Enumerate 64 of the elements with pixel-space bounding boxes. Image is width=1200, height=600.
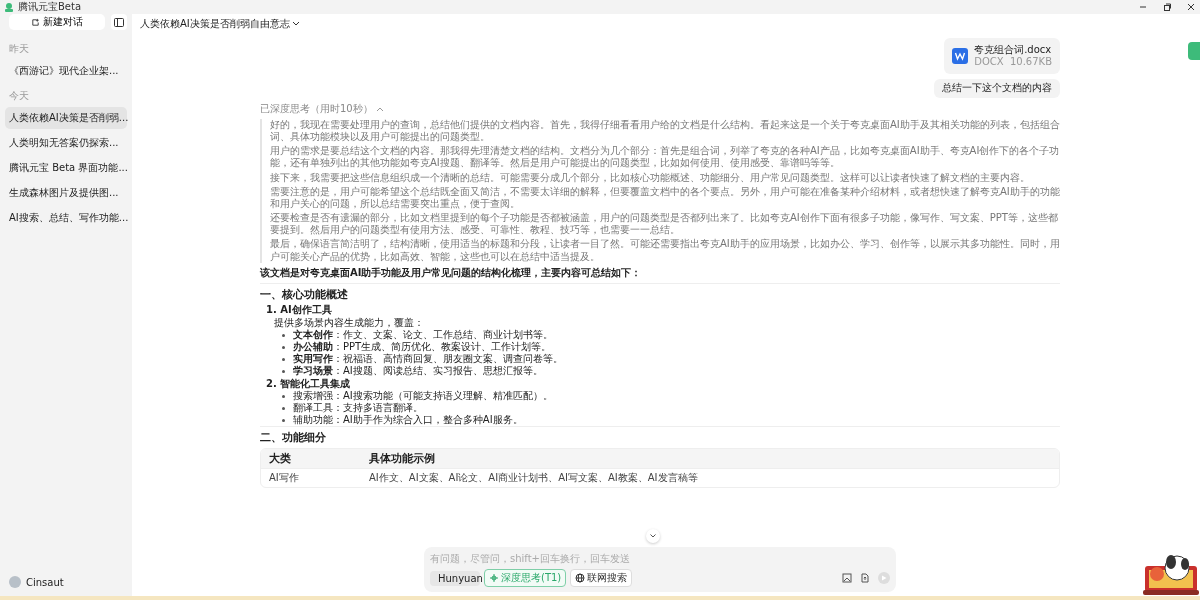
thinking-paragraph: 最后，确保语言简洁明了，结构清晰，使用适当的标题和分段，让读者一目了然。可能还需要指出夸克AI助手的应用场景，比如办公、学习、创作等，以展示其多功能性。同时，用户可能关心产品的优势，比如高效、智能，这些也可以在总结中适当提及。	[270, 238, 1060, 263]
bullet-text: 办公辅助：PPT生成、简历优化、教案设计、工作计划等。	[293, 340, 552, 353]
bullet-icon	[282, 394, 285, 398]
message-input[interactable]: 有问题，尽管问，shift+回车换行，回车发送	[430, 553, 890, 564]
file-attachment-card[interactable]: 夸克组合词.docx DOCX 10.67KB	[944, 38, 1060, 75]
answer-intro: 该文档是对夸克桌面AI助手功能及用户常见问题的结构化梳理，主要内容可总结如下：	[260, 266, 643, 279]
restore-icon[interactable]	[1162, 2, 1172, 12]
table-cell: AI作文、AI文案、AI论文、AI商业计划书、AI写文案、AI教案、AI发言稿等	[361, 468, 1059, 488]
word-document-icon	[952, 48, 969, 65]
chat-history-item[interactable]: 人类依赖AI决策是否削弱...	[5, 107, 127, 129]
sidebar-toggle-button[interactable]	[111, 14, 127, 30]
section-heading: 一、核心功能概述	[260, 288, 349, 302]
bullet-text: 翻译工具：支持多语言翻译。	[293, 401, 423, 414]
chat-history-item[interactable]: 腾讯元宝 Beta 界面功能...	[5, 157, 127, 179]
new-chat-button[interactable]: 新建对话	[9, 14, 105, 30]
file-upload-icon[interactable]	[860, 573, 870, 583]
list-description: 提供多场景内容生成能力，覆盖：	[274, 316, 425, 329]
table-header: 具体功能示例	[361, 448, 1059, 469]
image-icon[interactable]	[842, 573, 852, 583]
user-message: 总结一下这个文档的内容	[934, 79, 1060, 98]
globe-icon	[575, 573, 586, 583]
chat-history-item[interactable]: AI搜索、总结、写作功能...	[5, 207, 127, 229]
bullet-icon	[282, 358, 285, 362]
send-icon	[881, 575, 887, 581]
bullet-text: 辅助功能：AI助手作为综合入口，整合多种AI服务。	[293, 414, 523, 427]
file-name: 夸克组合词.docx	[974, 44, 1052, 57]
list-heading: 1. AI创作工具	[266, 304, 333, 317]
bullet-text: 搜索增强：AI搜索功能（可能支持语义理解、精准匹配）。	[293, 389, 553, 402]
thinking-toggle[interactable]: 已深度思考（用时10秒）	[260, 102, 1060, 115]
chat-history-item[interactable]: 《西游记》现代企业架...	[5, 60, 127, 82]
bullet-icon	[282, 406, 285, 410]
thinking-paragraph: 好的，我现在需要处理用户的查询，总结他们提供的文档内容。首先，我得仔细看看用户给的文档是什么结构。看起来这是一个关于夸克桌面AI助手及其相关功能的列表，包括组合词、具体功能模块以及用户可能提出的问题类型。	[270, 118, 1060, 144]
section-heading: 二、功能细分	[260, 431, 327, 445]
file-size: 10.67KB	[1009, 56, 1052, 68]
chevron-up-icon	[375, 105, 384, 112]
chat-history-item[interactable]: 生成森林图片及提供图...	[5, 182, 127, 204]
chevron-down-icon	[650, 534, 656, 538]
app-logo-icon	[4, 2, 14, 12]
thinking-paragraph: 接下来，我需要把这些信息组织成一个清晰的总结。可能需要分成几个部分，比如核心功能概述、功能细分、用户常见问题类型。这样可以让读者快速了解文档的主要内容。	[270, 171, 1031, 184]
bullet-text: 学习场景：AI搜题、阅读总结、实习报告、思想汇报等。	[293, 365, 543, 378]
thinking-paragraph: 需要注意的是，用户可能希望这个总结既全面又简洁，不需要太详细的解释，但要覆盖文档中的各个要点。另外，用户可能在准备某种介绍材料，或者想快速了解夸克AI助手的功能和用户关心的问题，所以总结需要突出重点，便于查阅。	[270, 185, 1060, 211]
conversation-title[interactable]: 人类依赖AI决策是否削弱自由意志	[132, 14, 1188, 34]
list-heading: 2. 智能化工具集成	[266, 377, 352, 390]
new-chat-icon	[31, 17, 40, 27]
bullet-icon	[282, 419, 285, 423]
chat-history-item[interactable]: 人类明知无答案仍探索...	[5, 132, 127, 154]
bullet-text: 文本创作：作文、文案、论文、工作总结、商业计划书等。	[293, 328, 553, 341]
bullet-icon	[282, 345, 285, 349]
table-cell: AI写作	[261, 468, 361, 488]
model-selector[interactable]: Hunyuan	[430, 570, 480, 586]
chevron-down-icon	[291, 21, 300, 27]
table-header: 大类	[261, 448, 361, 469]
window-title: 腾讯元宝Beta	[18, 0, 82, 14]
bullet-icon	[282, 333, 285, 337]
mode-toggle[interactable]: 联网搜索	[570, 569, 633, 587]
bullet-text: 实用写作：祝福语、高情商回复、朋友圈文案、调查问卷等。	[293, 353, 563, 365]
thinking-paragraph: 用户的需求是要总结这个文档的内容。那我得先理清楚文档的结构。文档分为几个部分：首先是组合词，列举了夸克的各种AI产品，比如夸克桌面AI助手、夸克AI创作下的各个子功能，还有单独列出的其他功能如夸克AI搜题、翻译等。然后是用户可能提出的问题类型，比如如何使用、使用感受、靠谱吗等等。	[270, 145, 1060, 170]
group-label: 昨天	[9, 42, 30, 56]
group-label: 今天	[9, 89, 30, 103]
file-type: DOCX	[974, 56, 1004, 68]
close-icon[interactable]	[1186, 2, 1196, 12]
thinking-paragraph: 还要检查是否有遗漏的部分，比如文档里提到的每个子功能是否都被涵盖，用户的问题类型是否都列出来了。比如夸克AI创作下面有很多子功能，像写作、写文案、PPT等，这些都要提到。然后用户的问题类型有使用方法、感受、可靠性、教程、技巧等，也需要一一总结。	[270, 212, 1059, 237]
user-name: Cinsaut	[26, 576, 64, 588]
bullet-icon	[282, 370, 285, 374]
